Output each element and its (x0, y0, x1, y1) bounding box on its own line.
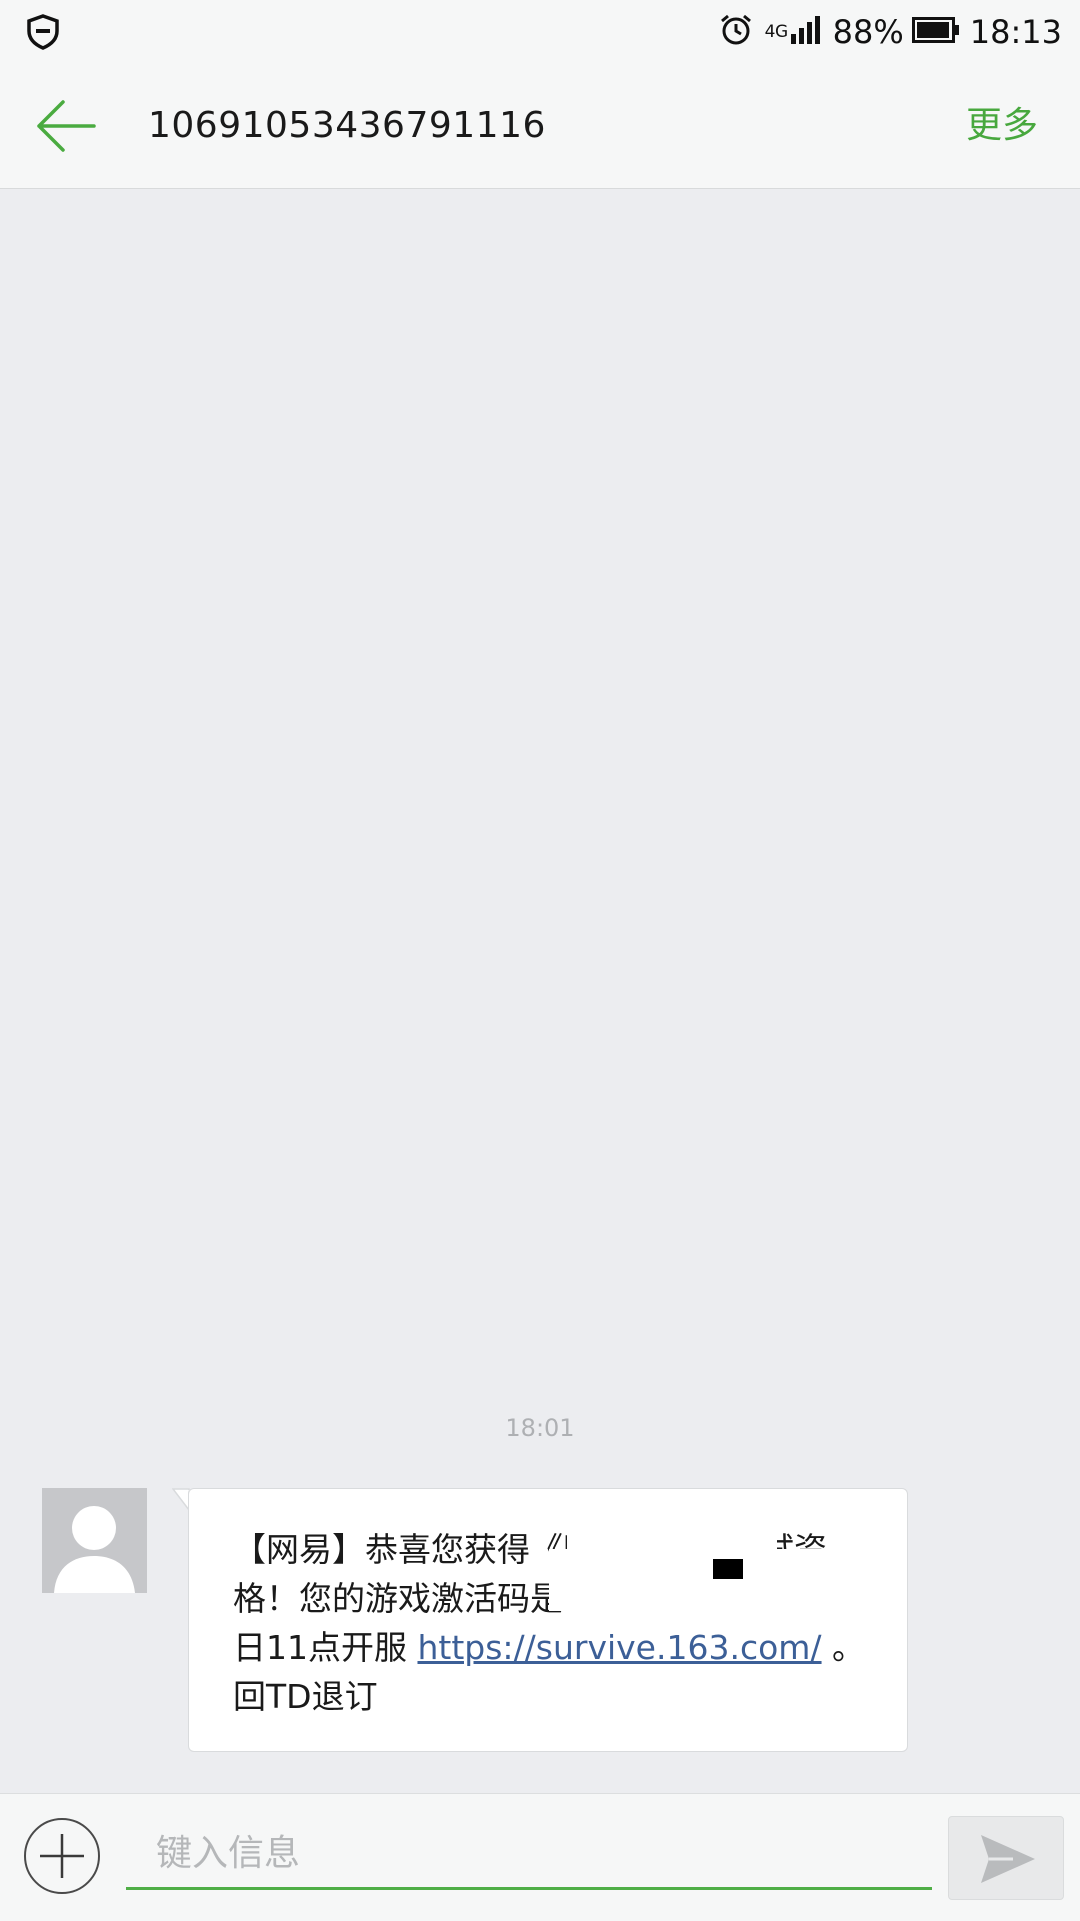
status-time: 18:13 (969, 13, 1062, 51)
message-line-4: 回TD退订 (233, 1677, 378, 1716)
conversation-header: 10691053436791116 更多 (0, 64, 1080, 189)
attach-button[interactable] (24, 1818, 100, 1894)
more-button[interactable]: 更多 (966, 64, 1038, 188)
network-type: 4G (764, 22, 789, 42)
status-bar: 4G 88% 18:13 (0, 0, 1080, 64)
plus-icon (40, 1834, 84, 1878)
message-timestamp: 18:01 (505, 1414, 575, 1442)
contact-number-title: 10691053436791116 (148, 105, 546, 146)
avatar[interactable] (42, 1488, 147, 1593)
message-line-3-suffix: 。 (821, 1628, 866, 1667)
send-icon (981, 1835, 1035, 1883)
back-button[interactable] (36, 98, 98, 154)
redaction (834, 1527, 874, 1555)
contact-avatar-icon (54, 1506, 135, 1593)
redaction (713, 1559, 743, 1579)
back-arrow-icon (37, 100, 96, 152)
survive-link[interactable]: https://survive.163.com/ (417, 1628, 821, 1667)
shield-icon (26, 14, 60, 54)
message-line-3: 日11点开服 https://survive.163.com/ 。 (233, 1623, 873, 1672)
message-line-3-prefix: 日11点开服 (233, 1628, 418, 1667)
compose-bar (0, 1793, 1080, 1921)
send-button[interactable] (948, 1816, 1064, 1900)
battery-icon (911, 17, 960, 47)
signal-icon (790, 16, 821, 48)
message-bubble[interactable]: 【网易】恭喜您获得《明日之后》测试资 格！您的游戏激活码是 日11点开服 htt… (188, 1488, 908, 1752)
message-input[interactable] (126, 1820, 932, 1890)
battery-percentage: 88% (832, 13, 904, 51)
alarm-icon (719, 13, 753, 51)
redaction (567, 1525, 777, 1549)
